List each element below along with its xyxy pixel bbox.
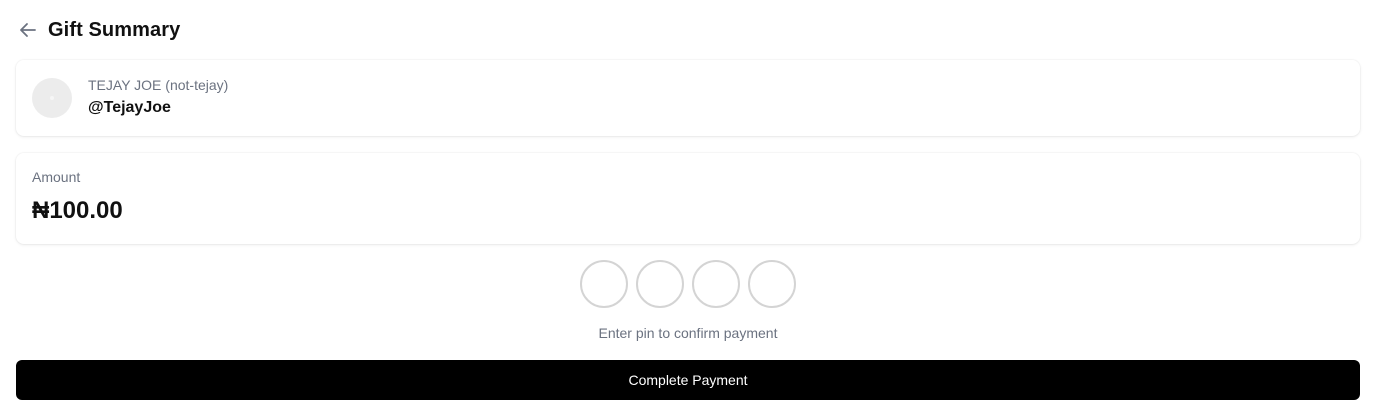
pin-digit-input[interactable] (636, 260, 684, 308)
recipient-name: TEJAY JOE (not-tejay) (88, 77, 229, 93)
amount-value: ₦100.00 (32, 197, 123, 224)
amount-label: Amount (32, 169, 81, 185)
arrow-left-icon (20, 23, 36, 37)
pin-digit-input[interactable] (692, 260, 740, 308)
pin-digit-input[interactable] (748, 260, 796, 308)
pin-input-group (580, 260, 796, 308)
amount-card: Amount ₦100.00 (16, 153, 1360, 244)
gift-summary-page: Gift Summary TEJAY JOE (not-tejay) @Teja… (0, 0, 1376, 416)
avatar-placeholder-icon (50, 96, 54, 100)
avatar (32, 78, 72, 118)
complete-payment-button[interactable]: Complete Payment (16, 360, 1360, 400)
recipient-handle: @TejayJoe (88, 99, 171, 116)
page-title: Gift Summary (48, 18, 181, 41)
pin-digit-input[interactable] (580, 260, 628, 308)
page-header: Gift Summary (16, 14, 180, 46)
pin-hint: Enter pin to confirm payment (598, 325, 778, 341)
back-button[interactable] (16, 18, 40, 42)
recipient-card: TEJAY JOE (not-tejay) @TejayJoe (16, 60, 1360, 136)
